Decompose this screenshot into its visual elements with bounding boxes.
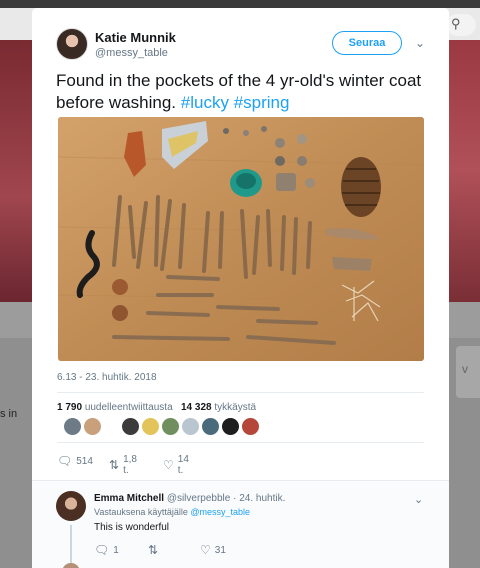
liker-avatar[interactable] [242, 418, 259, 435]
liker-avatar[interactable] [162, 418, 179, 435]
reply-thread: Emma Mitchell @silverpebble · 24. huhtik… [32, 480, 449, 568]
retweets-count[interactable]: 1 790 [57, 402, 82, 413]
tweet-photo[interactable] [58, 117, 424, 361]
reply-author-name[interactable]: Emma Mitchell [94, 493, 164, 504]
author-avatar[interactable] [56, 28, 88, 60]
liker-avatar[interactable] [84, 418, 101, 435]
reply-icon[interactable]: 🗨 [57, 454, 72, 468]
reply-action[interactable]: 🗨 514 [57, 454, 93, 468]
background-left-text: s in [0, 408, 18, 420]
liker-avatar[interactable] [142, 418, 159, 435]
follow-button[interactable]: Seuraa [332, 31, 402, 55]
search-icon[interactable]: ⚲ [451, 16, 461, 32]
next-reply-avatar[interactable] [62, 563, 80, 568]
liker-avatar[interactable] [182, 418, 199, 435]
browser-top-bar [0, 0, 480, 8]
tweet-stats: 1 790 uudelleentwiittausta 14 328 tykkäy… [57, 402, 256, 413]
background-right-panel[interactable]: v [456, 346, 480, 398]
chevron-down-icon[interactable]: ⌄ [415, 36, 425, 50]
retweet-action[interactable]: ⇅ [148, 543, 162, 557]
reply-author-handle[interactable]: @silverpebble [167, 493, 231, 504]
retweets-label[interactable]: uudelleentwiittausta [85, 402, 173, 413]
liker-avatar[interactable] [64, 418, 81, 435]
replying-to: Vastauksena käyttäjälle @messy_table [94, 507, 250, 517]
heart-icon[interactable]: ♡ [200, 543, 211, 557]
divider [57, 392, 424, 393]
author-handle[interactable]: @messy_table [95, 47, 168, 59]
like-count: 14 t. [177, 454, 189, 476]
tweet-text: Found in the pockets of the 4 yr-old's w… [56, 70, 436, 114]
photo-of-found-objects [58, 117, 424, 361]
reply-action[interactable]: 🗨 1 [94, 543, 119, 557]
author-name[interactable]: Katie Munnik [95, 30, 176, 45]
reply-like-count: 31 [214, 544, 226, 556]
likes-count[interactable]: 14 328 [181, 402, 212, 413]
retweet-icon[interactable]: ⇅ [109, 458, 119, 472]
chevron-down-icon[interactable]: ⌄ [414, 493, 423, 506]
retweet-action[interactable]: ⇅ 1,8 t. [109, 454, 137, 476]
replying-to-handle[interactable]: @messy_table [190, 507, 250, 517]
thread-line [70, 525, 72, 568]
tweet-timestamp[interactable]: 6.13 - 23. huhtik. 2018 [57, 372, 157, 383]
reply-date[interactable]: · 24. huhtik. [233, 493, 285, 504]
reply-reply-count: 1 [113, 544, 119, 556]
like-action[interactable]: ♡ 31 [200, 543, 226, 557]
reply-avatar[interactable] [56, 491, 86, 521]
likes-label[interactable]: tykkäystä [214, 402, 256, 413]
retweet-icon[interactable]: ⇅ [148, 543, 158, 557]
retweet-count: 1,8 t. [123, 454, 137, 476]
hashtag-link[interactable]: #lucky [181, 93, 229, 112]
liker-avatar[interactable] [202, 418, 219, 435]
replying-to-prefix: Vastauksena käyttäjälle [94, 507, 188, 517]
tweet-modal: Katie Munnik @messy_table Seuraa ⌄ Found… [32, 8, 449, 568]
reply-header: Emma Mitchell @silverpebble · 24. huhtik… [94, 493, 285, 504]
background-right-glyph: v [462, 362, 468, 376]
reply-text: This is wonderful [94, 522, 170, 533]
reply-count: 514 [76, 455, 93, 467]
liker-avatar[interactable] [122, 418, 139, 435]
background-banner-right [446, 40, 480, 302]
hashtag-link[interactable]: #spring [234, 93, 290, 112]
liker-avatar[interactable] [222, 418, 239, 435]
reply-icon[interactable]: 🗨 [94, 543, 109, 557]
divider [57, 442, 424, 443]
background-banner-left [0, 40, 34, 302]
heart-icon[interactable]: ♡ [163, 458, 174, 472]
like-action[interactable]: ♡ 14 t. [163, 454, 189, 476]
